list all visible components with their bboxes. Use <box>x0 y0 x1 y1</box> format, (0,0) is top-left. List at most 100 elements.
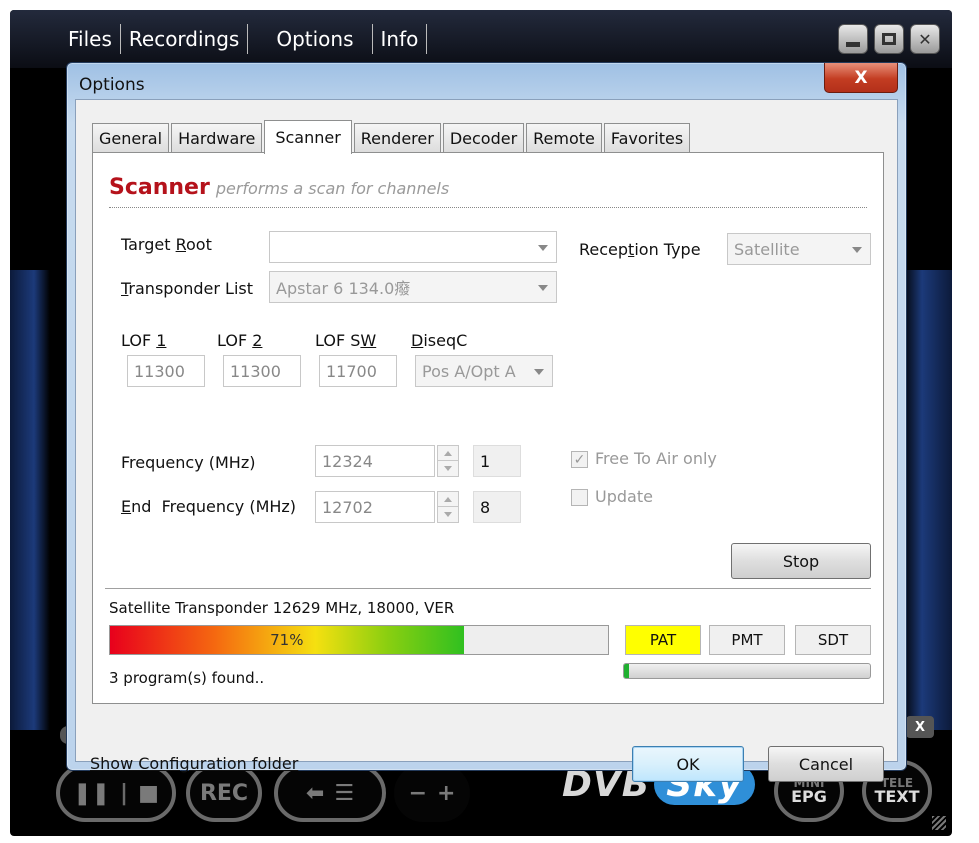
teletext-bottom: TEXT <box>874 787 920 806</box>
ok-button[interactable]: OK <box>632 746 744 782</box>
label-accel: 2 <box>252 331 263 350</box>
tab-remote[interactable]: Remote <box>526 123 602 153</box>
options-dialog: Options X General Hardware Scanner Rende… <box>66 62 907 782</box>
signal-level-fill <box>624 664 629 678</box>
close-overlay-badge[interactable]: X <box>906 716 934 738</box>
close-button[interactable]: ✕ <box>910 24 940 54</box>
volume-down-icon[interactable]: − <box>409 781 427 806</box>
label-text: oot <box>186 235 212 254</box>
chevron-down-icon[interactable] <box>538 245 548 251</box>
diseqc-combo[interactable]: Pos A/Opt A <box>415 355 553 387</box>
lof1-label: LOF 1 <box>121 331 166 350</box>
label-text: ion Type <box>634 240 701 259</box>
pat-indicator: PAT <box>625 625 701 655</box>
label-text: ransponder List <box>128 279 253 298</box>
tab-renderer[interactable]: Renderer <box>353 123 441 153</box>
reception-type-combo[interactable]: Satellite <box>727 233 871 265</box>
frequency-spinner[interactable] <box>437 445 459 477</box>
spin-up-icon[interactable] <box>438 446 458 461</box>
tab-favorites[interactable]: Favorites <box>603 123 691 153</box>
record-label: REC <box>199 780 249 806</box>
label-accel: D <box>411 331 424 350</box>
label-accel: 1 <box>156 331 167 350</box>
menu-separator <box>426 24 428 54</box>
update-label: Update <box>595 487 653 506</box>
scanner-panel: Scanner performs a scan for channels Targ… <box>92 152 884 704</box>
programs-found-text: 3 program(s) found.. <box>109 669 265 687</box>
menu-info[interactable]: Info <box>373 24 427 54</box>
lof2-label: LOF 2 <box>217 331 262 350</box>
tab-strip: General Hardware Scanner Renderer Decode… <box>92 120 692 154</box>
lof1-input[interactable]: 11300 <box>127 355 205 387</box>
tab-hardware[interactable]: Hardware <box>171 123 263 153</box>
label-text: LOF <box>121 331 157 350</box>
transponder-list-label: Transponder List <box>121 279 253 298</box>
lof2-input[interactable]: 11300 <box>223 355 301 387</box>
tab-general[interactable]: General <box>92 123 170 153</box>
frequency-input[interactable]: 12324 <box>315 445 435 477</box>
chevron-down-icon[interactable] <box>538 285 548 291</box>
dialog-client-area: General Hardware Scanner Renderer Decode… <box>75 99 898 782</box>
minimize-icon <box>846 41 860 47</box>
lofsw-label: LOF SW <box>315 331 376 350</box>
label-text: Recep <box>579 240 629 259</box>
video-area-left <box>10 270 50 730</box>
reception-type-value: Satellite <box>734 239 800 259</box>
end-frequency-input[interactable]: 12702 <box>315 491 435 523</box>
dialog-close-button[interactable]: X <box>824 63 898 93</box>
back-arrow-icon[interactable]: ⬅ <box>306 781 324 806</box>
frequency-label: Frequency (MHz) <box>121 453 256 472</box>
stop-button[interactable]: Stop <box>731 543 871 579</box>
transponder-list-value: Apstar 6 134.0癈 <box>276 279 411 298</box>
label-text: iseqC <box>423 331 468 350</box>
tab-decoder[interactable]: Decoder <box>442 123 525 153</box>
free-to-air-checkbox[interactable]: ✓ <box>571 451 588 468</box>
resize-grip-icon[interactable] <box>932 816 946 830</box>
status-divider <box>105 588 871 589</box>
scan-progress-label: 71% <box>270 631 304 649</box>
frequency-step: 1 <box>473 445 521 477</box>
diseqc-value: Pos A/Opt A <box>422 361 516 381</box>
divider-icon: | <box>120 780 129 806</box>
pause-icon[interactable]: ❚❚ <box>73 781 110 806</box>
diseqc-label: DiseqC <box>411 331 467 350</box>
menu-recordings[interactable]: Recordings <box>121 24 247 54</box>
panel-heading: Scanner performs a scan for channels <box>109 175 449 200</box>
playlist-icon[interactable]: ☰ <box>334 781 354 806</box>
show-config-folder-link[interactable]: Show Configuration folder <box>90 754 298 773</box>
menu-files[interactable]: Files <box>60 24 120 54</box>
stop-icon[interactable]: ■ <box>138 781 159 806</box>
cancel-button[interactable]: Cancel <box>768 746 884 782</box>
label-text: Target <box>121 235 176 254</box>
dialog-title: Options <box>79 75 145 95</box>
free-to-air-label: Free To Air only <box>595 449 717 468</box>
pmt-indicator: PMT <box>709 625 785 655</box>
spin-down-icon[interactable] <box>438 461 458 476</box>
spin-up-icon[interactable] <box>438 492 458 507</box>
label-accel: R <box>175 235 186 254</box>
label-accel: W <box>360 331 377 350</box>
transponder-list-combo[interactable]: Apstar 6 134.0癈 <box>269 271 557 303</box>
chevron-down-icon[interactable] <box>852 247 862 253</box>
volume-group: − + <box>394 764 470 822</box>
volume-up-icon[interactable]: + <box>437 781 455 806</box>
signal-level-bar <box>623 663 871 679</box>
target-root-combo[interactable] <box>269 231 557 263</box>
menu-options[interactable]: Options <box>268 24 361 54</box>
chevron-down-icon[interactable] <box>534 369 544 375</box>
player-menubar: Files Recordings Options Info ✕ <box>10 10 952 68</box>
heading-subtitle: performs a scan for channels <box>215 179 450 198</box>
close-icon: ✕ <box>918 29 932 49</box>
spin-down-icon[interactable] <box>438 507 458 522</box>
minimize-button[interactable] <box>838 24 868 54</box>
target-root-label: Target Root <box>121 235 212 254</box>
tab-scanner[interactable]: Scanner <box>264 120 352 154</box>
end-frequency-spinner[interactable] <box>437 491 459 523</box>
lofsw-input[interactable]: 11700 <box>319 355 397 387</box>
scan-progress-bar: 71% <box>109 625 609 655</box>
end-frequency-label: End Frequency (MHz) <box>121 497 296 516</box>
maximize-button[interactable] <box>874 24 904 54</box>
update-checkbox[interactable] <box>571 489 588 506</box>
scan-status-text: Satellite Transponder 12629 MHz, 18000, … <box>109 599 455 617</box>
player-menu: Files Recordings Options Info <box>60 24 428 54</box>
